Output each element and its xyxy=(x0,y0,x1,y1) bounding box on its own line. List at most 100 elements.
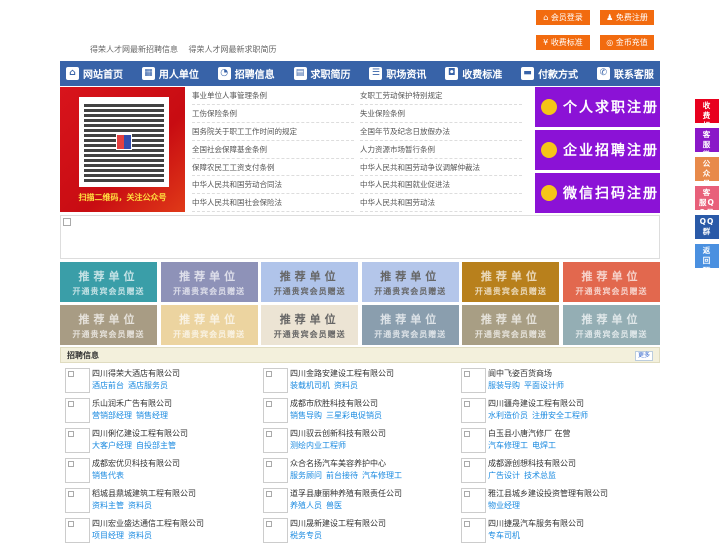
company-logo[interactable] xyxy=(65,398,90,423)
law-link[interactable]: 女职工劳动保护特别规定 xyxy=(360,87,522,105)
company-name[interactable]: 乐山润禾广告有限公司 xyxy=(92,398,263,410)
company-name[interactable]: 四川捷晟汽车服务有限公司 xyxy=(488,518,659,530)
position-link[interactable]: 电焊工 xyxy=(532,441,556,450)
side-button-0[interactable]: 收费标准 xyxy=(695,99,719,140)
law-link[interactable]: 国务院关于职工工作时间的规定 xyxy=(192,123,354,141)
position-link[interactable]: 大客户经理 xyxy=(92,441,132,450)
law-link[interactable]: 中华人民共和国劳动法 xyxy=(360,194,522,213)
position-link[interactable]: 销售代表 xyxy=(92,471,124,480)
company-name[interactable]: 众合名扬汽车美容养护中心 xyxy=(290,458,461,470)
company-logo[interactable] xyxy=(65,428,90,453)
position-link[interactable]: 物业经理 xyxy=(488,501,520,510)
latest-resumes-link[interactable]: 得荣人才网最新求职简历 xyxy=(189,45,277,54)
position-link[interactable]: 资料员 xyxy=(334,381,358,390)
law-link[interactable]: 保障农民工工资支付条例 xyxy=(192,159,354,177)
nav-item-7[interactable]: ✆ 联系客服 xyxy=(596,66,654,81)
position-link[interactable]: 服务顾问 xyxy=(290,471,322,480)
side-button-4[interactable]: QQ群 xyxy=(695,215,719,239)
position-link[interactable]: 水利造价员 xyxy=(488,411,528,420)
position-link[interactable]: 三星彩电促销员 xyxy=(326,411,382,420)
company-logo[interactable] xyxy=(263,488,288,513)
law-link[interactable]: 工伤保险条例 xyxy=(192,105,354,123)
recommended-tile[interactable]: 推荐单位 开通贵宾会员赠送 xyxy=(60,262,157,302)
recommended-tile[interactable]: 推荐单位 开通贵宾会员赠送 xyxy=(361,262,459,302)
nav-item-5[interactable]: ◘ 收费标准 xyxy=(445,66,502,81)
nav-item-3[interactable]: ▤ 求职简历 xyxy=(293,66,351,81)
recommended-tile[interactable]: 推荐单位 开通贵宾会员赠送 xyxy=(462,262,560,302)
recommended-tile[interactable]: 推荐单位 开通贵宾会员赠送 xyxy=(60,305,157,345)
recommended-tile[interactable]: 推荐单位 开通贵宾会员赠送 xyxy=(160,262,258,302)
recommended-tile[interactable]: 推荐单位 开通贵宾会员赠送 xyxy=(261,262,359,302)
position-link[interactable]: 服装导购 xyxy=(488,381,520,390)
law-link[interactable]: 全国社会保障基金条例 xyxy=(192,141,354,159)
recommended-tile[interactable]: 推荐单位 开通贵宾会员赠送 xyxy=(562,305,660,345)
position-link[interactable]: 广告设计 xyxy=(488,471,520,480)
recommended-tile[interactable]: 推荐单位 开通贵宾会员赠送 xyxy=(562,262,660,302)
company-logo[interactable] xyxy=(263,428,288,453)
position-link[interactable]: 注册安全工程师 xyxy=(532,411,588,420)
company-name[interactable]: 雅江县城乡建设投资管理有限公司 xyxy=(488,488,659,500)
company-logo[interactable] xyxy=(461,488,486,513)
company-name[interactable]: 四川驭云创新科技有限公司 xyxy=(290,428,461,440)
register-button-0[interactable]: 个人求职注册 xyxy=(535,87,660,127)
position-link[interactable]: 酒店前台 xyxy=(92,381,124,390)
top-button-0[interactable]: ⌂ 会员登录 xyxy=(536,10,590,25)
company-logo[interactable] xyxy=(461,518,486,543)
position-link[interactable]: 测绘内业工程师 xyxy=(290,441,346,450)
side-button-1[interactable]: 客服微信 xyxy=(695,128,719,169)
company-name[interactable]: 四川得荣大酒店有限公司 xyxy=(92,368,263,380)
position-link[interactable]: 养殖人员 xyxy=(290,501,322,510)
position-link[interactable]: 资料员 xyxy=(128,501,152,510)
position-link[interactable]: 酒店服务员 xyxy=(128,381,168,390)
position-link[interactable]: 税务专员 xyxy=(290,531,322,540)
company-logo[interactable] xyxy=(461,398,486,423)
nav-item-4[interactable]: ☰ 职场资讯 xyxy=(369,66,426,81)
more-link[interactable]: 更多 xyxy=(634,351,653,361)
recommended-tile[interactable]: 推荐单位 开通贵宾会员赠送 xyxy=(462,305,560,345)
company-logo[interactable] xyxy=(461,428,486,453)
position-link[interactable]: 装载机司机 xyxy=(290,381,330,390)
latest-jobs-link[interactable]: 得荣人才网最新招聘信息 xyxy=(90,45,178,54)
recommended-tile[interactable]: 推荐单位 开通贵宾会员赠送 xyxy=(261,305,359,345)
position-link[interactable]: 平面设计师 xyxy=(524,381,564,390)
company-name[interactable]: 阆中飞姿百货商场 xyxy=(488,368,659,380)
law-link[interactable]: 中华人民共和国就业促进法 xyxy=(360,176,522,195)
position-link[interactable]: 专车司机 xyxy=(488,531,520,540)
side-button-5[interactable]: 返回顶部 xyxy=(695,244,719,285)
company-name[interactable]: 四川俐亿建设工程有限公司 xyxy=(92,428,263,440)
company-name[interactable]: 四川宏业盛达通信工程有限公司 xyxy=(92,518,263,530)
position-link[interactable]: 营销部经理 xyxy=(92,411,132,420)
company-logo[interactable] xyxy=(263,518,288,543)
company-name[interactable]: 成都源创想科技有限公司 xyxy=(488,458,659,470)
law-link[interactable]: 中华人民共和国劳动争议调解仲裁法 xyxy=(360,159,522,177)
register-button-2[interactable]: 微信扫码注册 xyxy=(535,173,660,213)
company-name[interactable]: 道孚县康丽种养殖有限责任公司 xyxy=(290,488,461,500)
company-name[interactable]: 四川晟新建设工程有限公司 xyxy=(290,518,461,530)
law-link[interactable]: 中华人民共和国劳动合同法 xyxy=(192,176,354,195)
top-button-2[interactable]: ¥ 收费标准 xyxy=(536,35,590,50)
top-button-3[interactable]: ◎ 金币充值 xyxy=(600,35,654,50)
position-link[interactable]: 自投部主管 xyxy=(136,441,176,450)
position-link[interactable]: 汽车修理工 xyxy=(362,471,402,480)
register-button-1[interactable]: 企业招聘注册 xyxy=(535,130,660,170)
position-link[interactable]: 销售导购 xyxy=(290,411,322,420)
company-logo[interactable] xyxy=(461,458,486,483)
company-name[interactable]: 稻城县鼎城建筑工程有限公司 xyxy=(92,488,263,500)
recommended-tile[interactable]: 推荐单位 开通贵宾会员赠送 xyxy=(361,305,459,345)
company-logo[interactable] xyxy=(263,398,288,423)
company-logo[interactable] xyxy=(263,368,288,393)
law-link[interactable]: 人力资源市场暂行条例 xyxy=(360,141,522,159)
position-link[interactable]: 资料员 xyxy=(128,531,152,540)
company-logo[interactable] xyxy=(65,488,90,513)
company-name[interactable]: 四川金路安建设工程有限公司 xyxy=(290,368,461,380)
position-link[interactable]: 前台接待 xyxy=(326,471,358,480)
company-name[interactable]: 成都市欣胜科技有限公司 xyxy=(290,398,461,410)
position-link[interactable]: 资料主管 xyxy=(92,501,124,510)
company-logo[interactable] xyxy=(65,368,90,393)
position-link[interactable]: 技术总监 xyxy=(524,471,556,480)
position-link[interactable]: 兽医 xyxy=(326,501,342,510)
position-link[interactable]: 销售经理 xyxy=(136,411,168,420)
company-logo[interactable] xyxy=(65,458,90,483)
side-button-2[interactable]: 公众号 xyxy=(695,157,719,188)
company-name[interactable]: 成都宏优贝科技有限公司 xyxy=(92,458,263,470)
